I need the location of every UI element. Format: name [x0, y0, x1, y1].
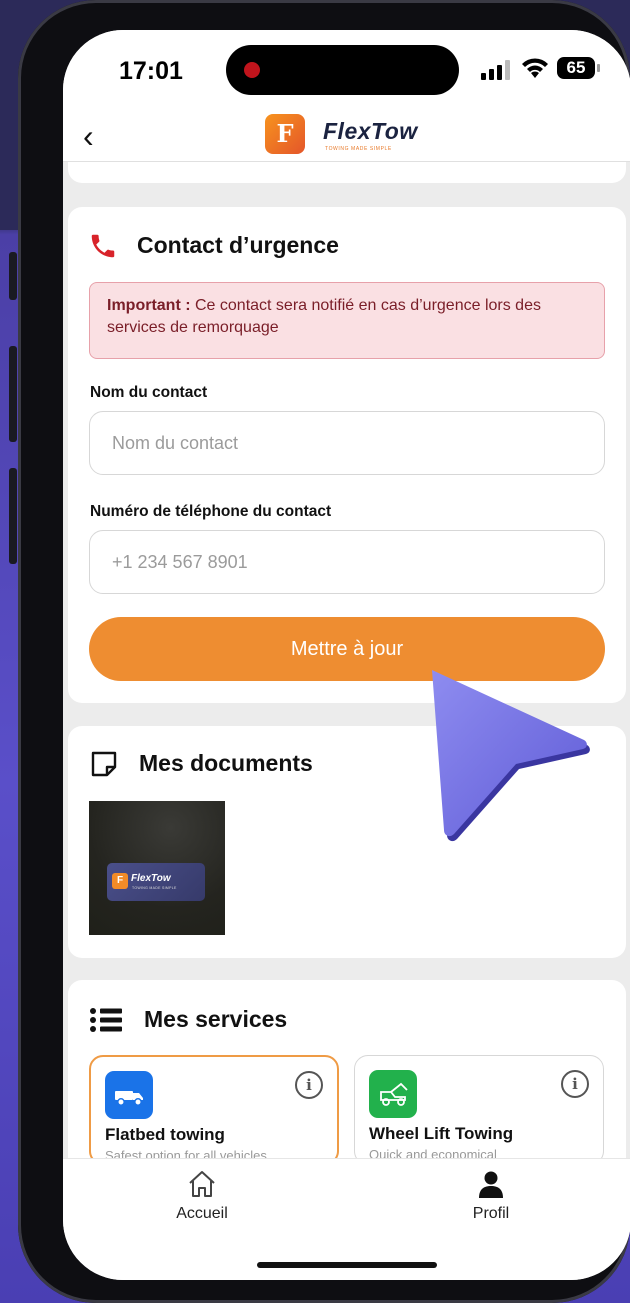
documents-title: Mes documents [139, 750, 313, 776]
phone-screen: 17:01 65 ‹ F FlexTow TOWING MADE SIMPLE … [63, 30, 630, 1280]
app-header: ‹ F FlexTow TOWING MADE SIMPLE [63, 112, 630, 162]
service-name: Wheel Lift Towing [369, 1124, 514, 1143]
thumb-app-name: FlexTow [131, 873, 171, 884]
service-card-flatbed[interactable]: i Flatbed towing Safest option for all v… [89, 1055, 339, 1158]
wifi-icon [522, 58, 548, 78]
tab-accueil[interactable]: Accueil [142, 1169, 262, 1229]
cellular-signal-icon [481, 60, 510, 80]
battery-level: 65 [559, 59, 593, 77]
dynamic-island [226, 45, 459, 95]
services-title: Mes services [144, 1006, 288, 1032]
logo-icon: F [265, 114, 305, 154]
phone-volume-down-button [9, 468, 17, 564]
status-bar: 17:01 65 [63, 30, 630, 112]
alert-strong-text: Important : [107, 297, 191, 314]
home-icon [189, 1171, 215, 1197]
thumb-tagline: TOWING MADE SIMPLE [132, 886, 177, 890]
list-icon [90, 1008, 122, 1032]
app-name: FlexTow [323, 118, 418, 144]
phone-frame: 17:01 65 ‹ F FlexTow TOWING MADE SIMPLE … [18, 0, 630, 1303]
info-icon[interactable]: i [295, 1071, 323, 1099]
service-description: Quick and economical [369, 1147, 497, 1158]
previous-section-card [68, 162, 626, 183]
profile-icon [479, 1171, 503, 1198]
contact-phone-label: Numéro de téléphone du contact [90, 503, 332, 520]
tow-truck-icon [369, 1070, 417, 1118]
tab-label: Accueil [176, 1205, 228, 1222]
service-card-wheel-lift[interactable]: i Wheel Lift Towing Quick and economical [354, 1055, 604, 1158]
services-card: Mes services i Flatbed towing Safest opt… [68, 980, 626, 1158]
update-button[interactable]: Mettre à jour [89, 617, 605, 681]
contact-name-input[interactable] [89, 411, 605, 475]
document-thumbnail[interactable]: F FlexTow TOWING MADE SIMPLE [89, 801, 225, 935]
emergency-contact-card: Contact d’urgence Important : Ce contact… [68, 207, 626, 703]
profile-scroll-area[interactable]: Contact d’urgence Important : Ce contact… [63, 162, 630, 1158]
status-time: 17:01 [119, 57, 183, 85]
phone-action-button [9, 252, 17, 300]
home-indicator [257, 1262, 437, 1268]
thumb-logo-icon: F [112, 873, 128, 889]
truck-icon [105, 1071, 153, 1119]
battery-icon: 65 [557, 57, 595, 79]
recording-indicator-icon [244, 62, 260, 78]
phone-icon [91, 234, 115, 258]
tab-label: Profil [472, 1205, 510, 1222]
app-tagline: TOWING MADE SIMPLE [325, 146, 392, 152]
tab-profil[interactable]: Profil [431, 1169, 551, 1229]
back-button[interactable]: ‹ [83, 118, 94, 154]
business-card-image: F FlexTow TOWING MADE SIMPLE [107, 863, 205, 901]
service-name: Flatbed towing [105, 1125, 225, 1144]
info-icon[interactable]: i [561, 1070, 589, 1098]
service-description: Safest option for all vehicles [105, 1148, 267, 1158]
emergency-contact-title: Contact d’urgence [137, 232, 339, 258]
contact-name-label: Nom du contact [90, 384, 208, 401]
phone-volume-up-button [9, 346, 17, 442]
battery-cap [597, 64, 600, 72]
contact-phone-input[interactable] [89, 530, 605, 594]
emergency-alert: Important : Ce contact sera notifié en c… [89, 282, 605, 359]
documents-card: Mes documents F FlexTow TOWING MADE SIMP… [68, 726, 626, 958]
sticky-note-icon [91, 751, 117, 777]
